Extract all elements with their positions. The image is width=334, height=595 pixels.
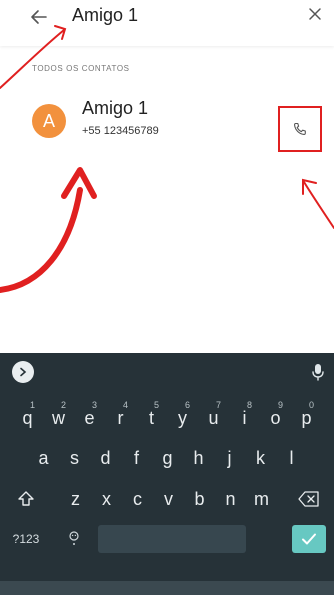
shift-key[interactable] (8, 479, 44, 519)
key-f[interactable]: f (121, 438, 152, 478)
key-number-hint: 2 (60, 400, 66, 410)
keyboard-row-4: ?123 (0, 519, 334, 559)
avatar: A (32, 104, 66, 138)
key-m[interactable]: m (246, 479, 277, 519)
key-number-hint: 1 (29, 400, 35, 410)
arrow-to-contact (0, 187, 83, 293)
backspace-icon (298, 491, 319, 507)
back-arrow-icon[interactable] (28, 6, 50, 28)
chevron-right-icon[interactable] (12, 361, 34, 383)
space-bar[interactable] (98, 525, 246, 553)
key-c[interactable]: c (122, 479, 153, 519)
key-b[interactable]: b (184, 479, 215, 519)
key-d[interactable]: d (90, 438, 121, 478)
key-y[interactable]: y6 (167, 398, 198, 438)
key-x[interactable]: x (91, 479, 122, 519)
keyboard-row-1: q1w2e3r4t5y6u7i8o9p0 (0, 398, 334, 438)
close-icon[interactable] (306, 5, 324, 23)
key-number-hint: 3 (91, 400, 97, 410)
backspace-key[interactable] (290, 479, 328, 519)
shift-icon (18, 491, 34, 506)
key-h[interactable]: h (183, 438, 214, 478)
key-n[interactable]: n (215, 479, 246, 519)
key-p[interactable]: p0 (291, 398, 322, 438)
key-o[interactable]: o9 (260, 398, 291, 438)
enter-key[interactable] (292, 525, 326, 553)
search-input[interactable]: Amigo 1 (72, 5, 138, 26)
arrow-to-contact-head (61, 167, 97, 199)
checkmark-icon (302, 533, 316, 545)
key-label: e (84, 407, 95, 428)
navigation-strip (0, 581, 334, 595)
keyboard: q1w2e3r4t5y6u7i8o9p0 asdfghjkl zxcvbnm ?… (0, 353, 334, 595)
contact-phone: +55 123456789 (82, 125, 159, 137)
emoji-key[interactable] (60, 519, 88, 559)
keyboard-toolbar (0, 353, 334, 391)
search-bar: Amigo 1 (0, 0, 334, 46)
key-e[interactable]: e3 (74, 398, 105, 438)
key-number-hint: 0 (308, 400, 314, 410)
key-label: y (178, 407, 187, 428)
key-k[interactable]: k (245, 438, 276, 478)
key-s[interactable]: s (59, 438, 90, 478)
key-label: p (301, 407, 312, 428)
key-label: t (148, 407, 154, 428)
key-label: q (22, 407, 33, 428)
keyboard-row-3: zxcvbnm (0, 479, 334, 519)
key-number-hint: 4 (122, 400, 128, 410)
key-number-hint: 5 (153, 400, 159, 410)
key-number-hint: 6 (184, 400, 190, 410)
key-z[interactable]: z (60, 479, 91, 519)
key-label: o (270, 407, 281, 428)
key-u[interactable]: u7 (198, 398, 229, 438)
symbols-key[interactable]: ?123 (10, 519, 42, 559)
phone-icon (294, 122, 306, 135)
key-g[interactable]: g (152, 438, 183, 478)
key-number-hint: 7 (215, 400, 221, 410)
key-label: r (117, 407, 124, 428)
key-l[interactable]: l (276, 438, 307, 478)
arrow-to-call (303, 181, 334, 229)
avatar-initial: A (42, 110, 55, 131)
key-w[interactable]: w2 (43, 398, 74, 438)
microphone-icon[interactable] (310, 362, 326, 382)
arrow-to-call-head (302, 178, 317, 195)
key-number-hint: 9 (277, 400, 283, 410)
key-label: u (208, 407, 219, 428)
key-i[interactable]: i8 (229, 398, 260, 438)
key-number-hint: 8 (246, 400, 252, 410)
key-r[interactable]: r4 (105, 398, 136, 438)
key-label: i (242, 407, 247, 428)
emoji-icon (69, 531, 79, 545)
key-label: w (52, 407, 65, 428)
call-button[interactable] (278, 106, 322, 152)
key-v[interactable]: v (153, 479, 184, 519)
contact-name: Amigo 1 (82, 98, 149, 118)
key-t[interactable]: t5 (136, 398, 167, 438)
section-header: TODOS OS CONTATOS (32, 64, 130, 73)
key-q[interactable]: q1 (12, 398, 43, 438)
keyboard-row-2: asdfghjkl (0, 438, 334, 478)
key-j[interactable]: j (214, 438, 245, 478)
key-a[interactable]: a (28, 438, 59, 478)
